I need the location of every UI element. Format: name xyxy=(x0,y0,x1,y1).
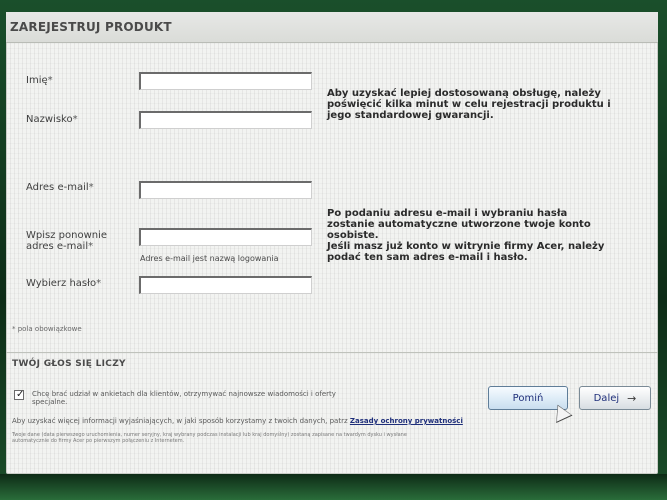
required-fields-note: * pola obowiązkowe xyxy=(12,325,82,333)
surveys-consent-text: Chcę brać udział w ankietach dla klientó… xyxy=(32,390,336,406)
info-block-2: Po podaniu adresu e-mail i wybraniu hasł… xyxy=(327,208,605,263)
registration-window: ZAREJESTRUJ PRODUKT Imię* Nazwisko* Adre… xyxy=(6,12,658,474)
password-label: Wybierz hasło* xyxy=(26,278,102,289)
last-name-label: Nazwisko* xyxy=(26,114,78,125)
surveys-checkbox[interactable]: ✓ xyxy=(14,389,25,400)
first-name-label: Imię* xyxy=(26,75,53,86)
privacy-policy-link[interactable]: Zasady ochrony prywatności xyxy=(350,417,463,425)
password-field[interactable] xyxy=(139,276,312,294)
email-login-hint: Adres e-mail jest nazwą logowania xyxy=(140,254,279,263)
last-name-field[interactable] xyxy=(139,111,312,129)
next-button[interactable]: Dalej → xyxy=(579,386,651,410)
screen-background: ZAREJESTRUJ PRODUKT Imię* Nazwisko* Adre… xyxy=(0,0,667,500)
page-title: ZAREJESTRUJ PRODUKT xyxy=(10,20,172,34)
first-name-field[interactable] xyxy=(139,72,312,90)
check-icon: ✓ xyxy=(16,389,25,400)
email-field[interactable] xyxy=(139,181,312,199)
email-repeat-label: Wpisz ponownie adres e-mail* xyxy=(26,230,108,252)
data-collection-fine-print: Twoje dane (data pierwszego uruchomienia… xyxy=(12,432,407,444)
email-repeat-field[interactable] xyxy=(139,228,312,246)
desktop-wallpaper-strip xyxy=(0,474,667,500)
voice-section-title: TWÓJ GŁOS SIĘ LICZY xyxy=(12,359,126,369)
arrow-right-icon: → xyxy=(627,391,637,405)
info-block-1: Aby uzyskać lepiej dostosowaną obsługę, … xyxy=(327,88,611,121)
email-label: Adres e-mail* xyxy=(26,182,94,193)
header: ZAREJESTRUJ PRODUKT xyxy=(6,12,658,43)
section-divider xyxy=(6,352,658,353)
